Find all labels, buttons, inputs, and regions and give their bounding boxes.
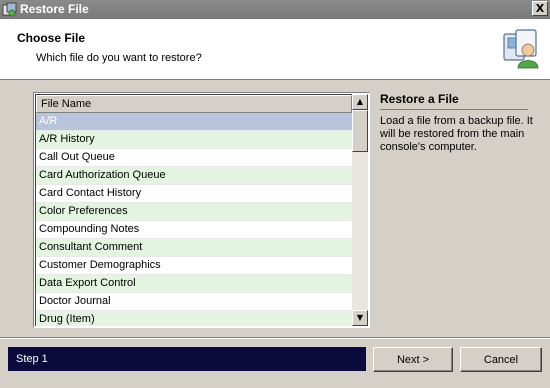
file-row[interactable]: Call Out Queue — [36, 149, 352, 167]
vertical-scrollbar[interactable]: ▲ ▼ — [352, 94, 368, 326]
step-indicator: Step 1 — [8, 347, 366, 371]
page-title: Choose File — [17, 31, 86, 45]
close-button[interactable]: X — [532, 1, 548, 16]
scroll-up-button[interactable]: ▲ — [352, 94, 368, 110]
title-bar: Restore File X — [0, 0, 550, 19]
info-text: Load a file from a backup file. It will … — [380, 115, 533, 153]
close-icon: X — [535, 2, 545, 15]
scroll-up-arrow-icon: ▲ — [356, 97, 364, 106]
restore-file-icon — [2, 2, 17, 17]
info-title: Restore a File — [380, 92, 459, 106]
file-row[interactable]: Compounding Notes — [36, 221, 352, 239]
file-row[interactable]: Card Authorization Queue — [36, 167, 352, 185]
file-row[interactable]: A/R History — [36, 131, 352, 149]
file-row[interactable]: Customer Demographics — [36, 257, 352, 275]
file-row[interactable]: A/R — [36, 113, 352, 131]
computer-user-icon — [503, 29, 539, 69]
scroll-down-button[interactable]: ▼ — [352, 310, 368, 326]
file-row[interactable]: Doctor Journal — [36, 293, 352, 311]
page-subtitle: Which file do you want to restore? — [36, 52, 202, 64]
file-rows: A/R A/R History Call Out Queue Card Authori… — [36, 113, 352, 326]
footer-divider — [0, 337, 550, 339]
window-title: Restore File — [20, 2, 89, 16]
file-row[interactable]: Color Preferences — [36, 203, 352, 221]
scroll-down-arrow-icon: ▼ — [356, 313, 364, 322]
file-row[interactable]: Drug (Item) — [36, 311, 352, 326]
file-list[interactable]: File Name A/R A/R History Call Out Queue Ca… — [33, 92, 370, 328]
file-row[interactable]: Data Export Control — [36, 275, 352, 293]
file-row[interactable]: Card Contact History — [36, 185, 352, 203]
restore-file-window: Restore File X Choose File Which file do… — [0, 0, 550, 388]
wizard-header: Choose File Which file do you want to re… — [0, 19, 550, 80]
cancel-button[interactable]: Cancel — [460, 347, 542, 372]
next-button[interactable]: Next > — [373, 347, 453, 372]
scroll-thumb[interactable] — [352, 110, 368, 152]
info-divider — [380, 109, 528, 110]
file-list-body: File Name A/R A/R History Call Out Queue Ca… — [35, 94, 352, 326]
file-row[interactable]: Consultant Comment — [36, 239, 352, 257]
column-header-file-name[interactable]: File Name — [36, 95, 352, 113]
